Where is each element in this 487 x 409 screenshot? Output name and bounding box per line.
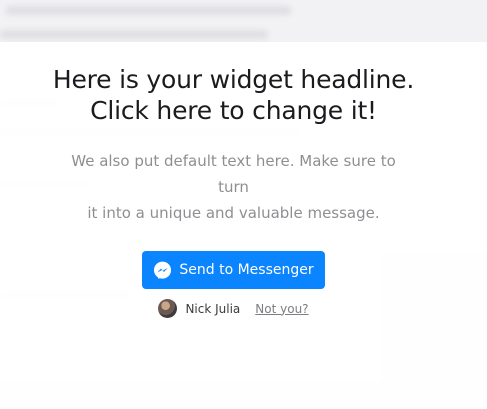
- description-line-2: it into a unique and valuable message.: [87, 204, 380, 222]
- widget-description[interactable]: We also put default text here. Make sure…: [59, 148, 409, 226]
- background-text-line: [0, 30, 268, 39]
- messenger-icon: [154, 261, 172, 279]
- user-name: Nick Julia: [185, 301, 241, 316]
- send-to-messenger-button[interactable]: Send to Messenger: [142, 251, 325, 289]
- headline-line-2: Click here to change it!: [90, 96, 377, 125]
- send-button-label: Send to Messenger: [179, 262, 314, 278]
- headline-line-1: Here is your widget headline.: [52, 65, 415, 94]
- messenger-widget: Here is your widget headline. Click here…: [0, 42, 487, 409]
- background-text-line: [6, 6, 291, 15]
- user-identity-row: Nick Julia Not you?: [0, 299, 467, 318]
- widget-content: Here is your widget headline. Click here…: [0, 42, 467, 318]
- widget-headline[interactable]: Here is your widget headline. Click here…: [0, 64, 467, 126]
- not-you-link[interactable]: Not you?: [255, 302, 308, 316]
- avatar: [158, 299, 178, 318]
- description-line-1: We also put default text here. Make sure…: [71, 152, 396, 196]
